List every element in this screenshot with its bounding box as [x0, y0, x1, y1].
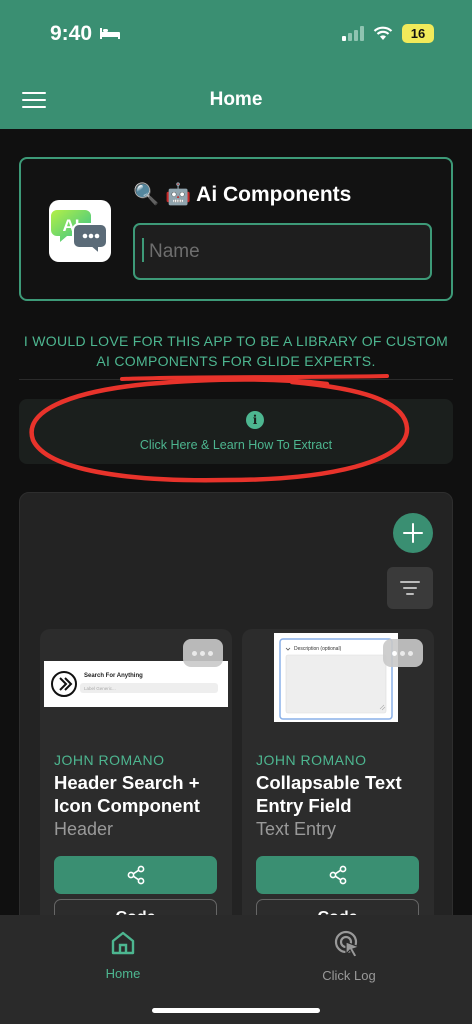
card-category: Text Entry [256, 819, 337, 839]
hero-card: AI 🔍 🤖 Ai Components [19, 157, 453, 301]
more-options-button[interactable] [183, 639, 223, 667]
tab-click-log[interactable]: Click Log [289, 929, 409, 983]
more-options-button[interactable] [383, 639, 423, 667]
text-cursor [142, 238, 144, 262]
tab-home[interactable]: Home [63, 929, 183, 981]
wifi-icon [373, 26, 393, 40]
cursor-click-icon [334, 930, 361, 958]
hero-title: 🔍 🤖 Ai Components [133, 183, 352, 206]
svg-text:Search For Anything: Search For Anything [84, 673, 143, 679]
card-thumbnail: Search For Anything Label Generic... [44, 661, 228, 707]
card-author: JOHN ROMANO [54, 752, 165, 768]
learn-extract-button[interactable]: i Click Here & Learn How To Extract [19, 399, 453, 464]
battery-indicator: 16 [402, 24, 434, 43]
learn-extract-label: Click Here & Learn How To Extract [139, 438, 333, 452]
add-component-button[interactable] [393, 513, 433, 553]
sleep-focus-icon [100, 28, 120, 39]
share-button[interactable] [54, 856, 217, 894]
card-author: JOHN ROMANO [256, 752, 367, 768]
card-title: Collapsable Text Entry Field [256, 772, 402, 816]
tab-click-log-label: Click Log [322, 968, 376, 983]
filter-button[interactable] [387, 567, 433, 609]
card-thumbnail: Description (optional) [274, 633, 398, 722]
card-category: Header [54, 819, 114, 839]
divider [19, 379, 453, 380]
info-icon: i [246, 411, 264, 429]
status-time: 9:40 [50, 22, 93, 45]
home-icon [111, 931, 135, 955]
page-title: Home [209, 89, 263, 110]
top-app-bar: 9:40 16 Home [0, 0, 472, 129]
signal-icon [342, 26, 364, 41]
card-title: Header Search + Icon Component [54, 772, 200, 816]
banner-text: I WOULD LOVE FOR THIS APP TO BE A LIBRAR… [23, 333, 449, 369]
share-button[interactable] [256, 856, 419, 894]
svg-text:Description (optional): Description (optional) [294, 646, 342, 652]
svg-text:Label Generic...: Label Generic... [84, 686, 116, 691]
app-logo: AI [49, 200, 111, 262]
home-indicator [152, 1008, 320, 1013]
name-input[interactable] [133, 223, 432, 280]
share-icon [329, 865, 347, 885]
tab-home-label: Home [105, 966, 141, 981]
share-icon [127, 865, 145, 885]
status-indicators: 16 [342, 24, 434, 43]
